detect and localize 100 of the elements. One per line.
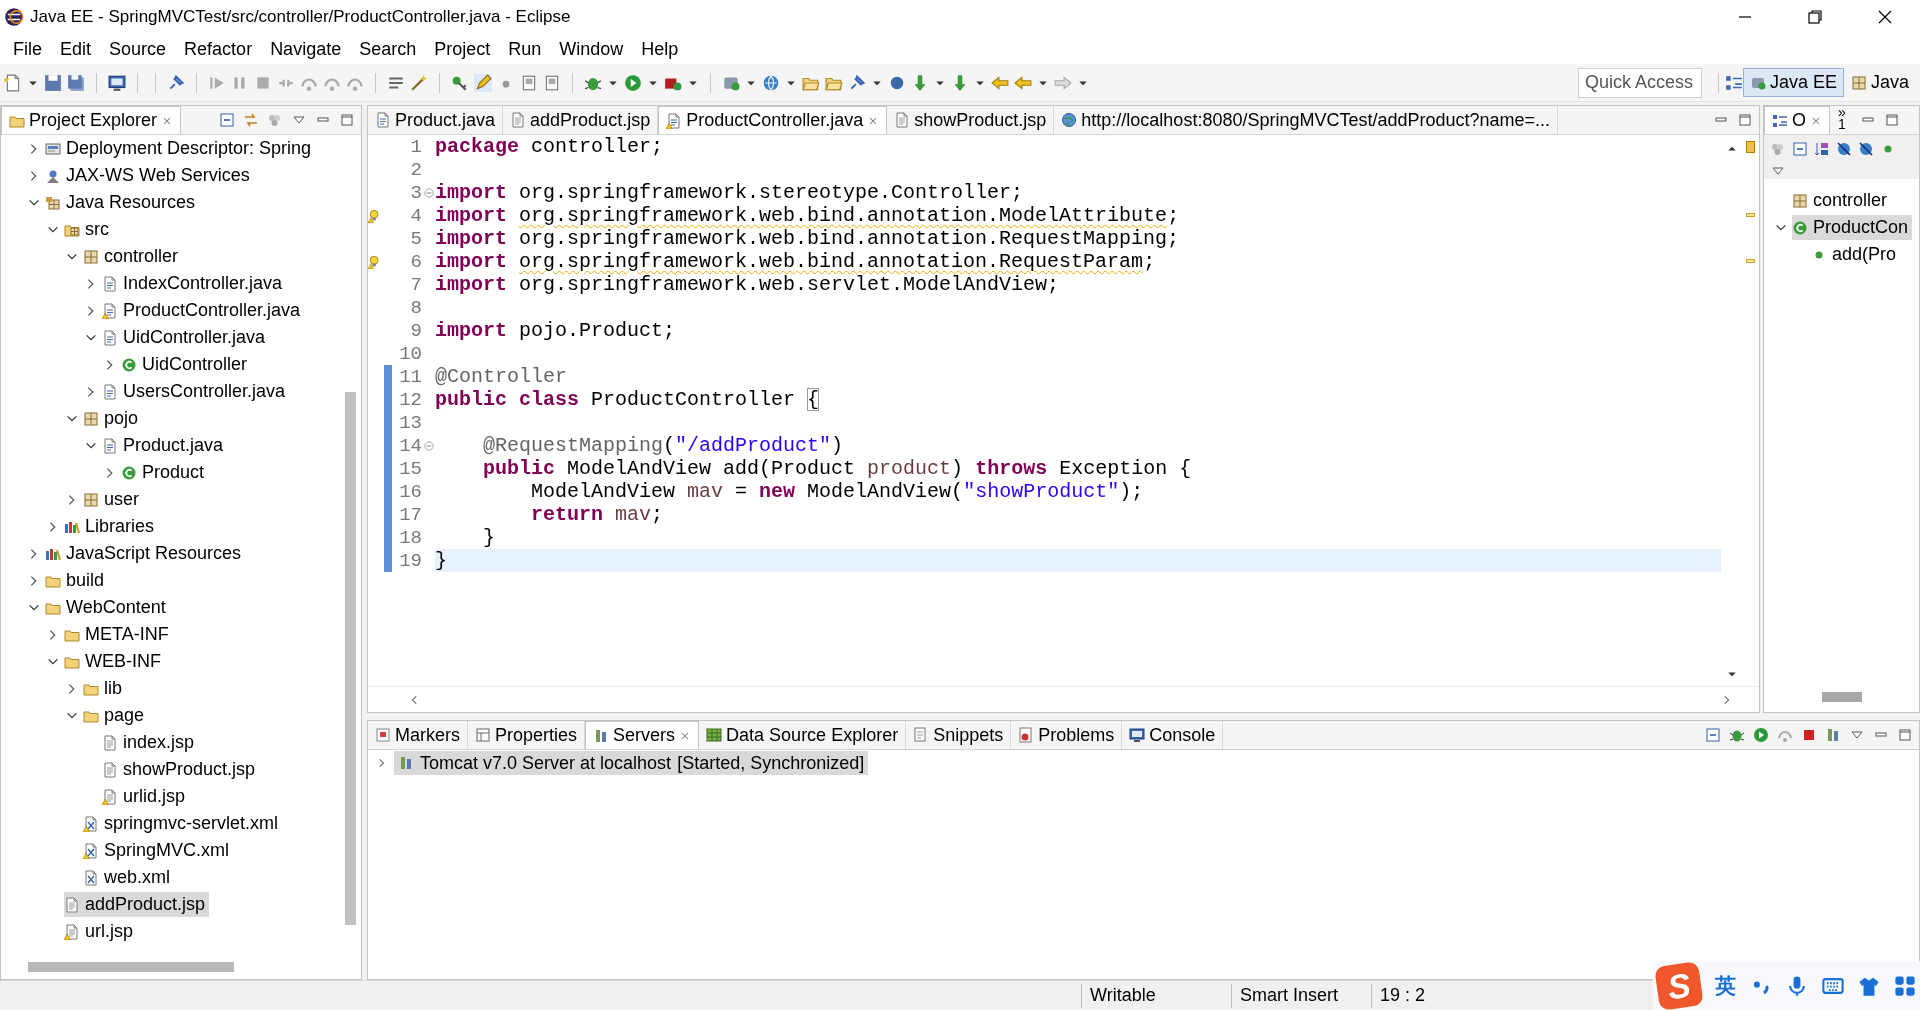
tab-label: Project Explorer: [29, 110, 158, 131]
menu-item[interactable]: Help: [632, 38, 688, 60]
overflow-button[interactable]: » 1: [1830, 106, 1854, 134]
warning-icon[interactable]: [368, 254, 382, 269]
open-perspective-icon[interactable]: [1724, 73, 1743, 92]
tree-item[interactable]: build: [45, 568, 109, 593]
view-tab[interactable]: Project Explorer: [1, 106, 182, 134]
menu-item[interactable]: Refactor: [175, 38, 262, 60]
tree-item[interactable]: META-INF: [64, 622, 173, 647]
microphone-icon[interactable]: [1786, 974, 1808, 997]
warning-marker[interactable]: [1746, 213, 1755, 217]
grid-icon[interactable]: [1894, 974, 1916, 997]
scrollbar[interactable]: [28, 962, 234, 972]
file-icon: [666, 112, 683, 129]
wand-icon[interactable]: [410, 73, 428, 92]
tree-item[interactable]: url.jsp: [64, 919, 137, 944]
tree-item[interactable]: Libraries: [64, 514, 159, 539]
view-tab[interactable]: O: [1764, 106, 1830, 134]
tree-item[interactable]: controller: [1792, 188, 1892, 213]
menu-item[interactable]: Project: [425, 38, 500, 60]
scrollbar[interactable]: [1821, 692, 1862, 702]
tree-item[interactable]: src: [64, 217, 113, 242]
tree-item[interactable]: addProduct.jsp: [64, 892, 210, 917]
document-icon[interactable]: [543, 73, 561, 92]
editor-tab[interactable]: ProductController.java: [658, 106, 888, 134]
perspective-button[interactable]: Java: [1843, 68, 1916, 97]
tree-item[interactable]: lib: [83, 676, 126, 701]
maximize-icon[interactable]: [1737, 112, 1753, 128]
status-field: Writable: [1081, 983, 1231, 1008]
tree-item[interactable]: JavaScript Resources: [45, 541, 246, 566]
hide-static-icon[interactable]: [1858, 141, 1874, 157]
tree-item-label: pojo: [104, 408, 139, 429]
save-all-icon[interactable]: [67, 73, 85, 92]
tree-item[interactable]: Product.java: [102, 433, 228, 458]
globe-icon[interactable]: [762, 73, 780, 92]
tree-item-label: Product: [142, 462, 205, 483]
document-icon[interactable]: [520, 73, 538, 92]
tree-item[interactable]: springmvc-servlet.xml: [83, 811, 283, 836]
maximize-icon[interactable]: [1897, 727, 1913, 743]
search-field[interactable]: Quick Access: [1577, 67, 1702, 98]
monitor-icon[interactable]: [108, 73, 126, 92]
tree-item[interactable]: Deployment Descriptor: Spring: [45, 136, 316, 161]
tree-item[interactable]: web.xml: [83, 865, 174, 890]
restore-icon[interactable]: [1807, 9, 1823, 25]
tree-item[interactable]: Product: [121, 460, 209, 485]
maximize-icon[interactable]: [1883, 112, 1900, 128]
tree-item[interactable]: UidController: [121, 352, 252, 377]
tree-item[interactable]: add(Pro: [1811, 242, 1901, 267]
pin-icon[interactable]: [167, 73, 185, 92]
link-icon[interactable]: [243, 112, 259, 128]
tree-item[interactable]: Java Resources: [45, 190, 200, 215]
new-file-icon[interactable]: [4, 73, 22, 92]
hide-fields-icon[interactable]: [1836, 141, 1852, 157]
scrollbar[interactable]: [345, 392, 356, 925]
pin-icon[interactable]: [848, 73, 866, 92]
tree-item[interactable]: index.jsp: [102, 730, 199, 755]
back-arrow-icon[interactable]: [991, 73, 1009, 92]
tree-item[interactable]: WebContent: [45, 595, 170, 620]
warning-icon[interactable]: [368, 208, 382, 223]
run-icon[interactable]: [624, 73, 642, 92]
collapse-icon[interactable]: [1705, 727, 1721, 743]
server-item[interactable]: Tomcat v7.0 Server at localhost [Started, Synchronized]: [394, 751, 869, 775]
app-icon: [4, 7, 24, 27]
warning-marker[interactable]: [1746, 259, 1755, 263]
perspective-button[interactable]: Java EE: [1742, 68, 1844, 97]
tree-item[interactable]: pojo: [83, 406, 143, 431]
tree-item[interactable]: urlid.jsp: [102, 784, 190, 809]
start-icon[interactable]: [1753, 727, 1769, 743]
stop-icon[interactable]: [1801, 727, 1817, 743]
menu-item[interactable]: Source: [100, 38, 176, 60]
tree-item[interactable]: controller: [83, 244, 183, 269]
xml-file-icon: [83, 842, 99, 859]
tree-item[interactable]: WEB-INF: [64, 649, 165, 674]
tree-item[interactable]: JAX-WS Web Services: [45, 163, 254, 188]
close-icon[interactable]: [1877, 9, 1893, 25]
tree-item[interactable]: ProductCon: [1792, 215, 1913, 240]
tree-item[interactable]: UidController.java: [102, 325, 270, 350]
save-icon[interactable]: [44, 73, 62, 92]
pencil-icon[interactable]: [474, 73, 492, 92]
menu-item[interactable]: File: [4, 38, 51, 60]
tree-item[interactable]: page: [83, 703, 149, 728]
tree-item[interactable]: UsersController.java: [102, 379, 290, 404]
tree-item[interactable]: user: [83, 487, 143, 512]
collapse-all-icon[interactable]: [1792, 141, 1808, 157]
menu-item[interactable]: Run: [499, 38, 551, 60]
maximize-icon[interactable]: [339, 112, 355, 128]
sort-icon[interactable]: [1814, 141, 1830, 157]
menu-item[interactable]: Navigate: [261, 38, 351, 60]
menu-item[interactable]: Window: [550, 38, 633, 60]
collapse-all-icon[interactable]: [219, 112, 235, 128]
language-toggle[interactable]: 英: [1715, 971, 1736, 1000]
tree-item[interactable]: ProductController.java: [102, 298, 305, 323]
tree-item[interactable]: SpringMVC.xml: [83, 838, 234, 863]
menu-item[interactable]: Edit: [51, 38, 101, 60]
view-tab[interactable]: Servers: [585, 721, 700, 749]
tree-item[interactable]: IndexController.java: [102, 271, 287, 296]
tree-item[interactable]: showProduct.jsp: [102, 757, 260, 782]
file-icon: [102, 329, 118, 346]
back-arrow-icon[interactable]: [1014, 73, 1032, 92]
menu-item[interactable]: Search: [350, 38, 426, 60]
